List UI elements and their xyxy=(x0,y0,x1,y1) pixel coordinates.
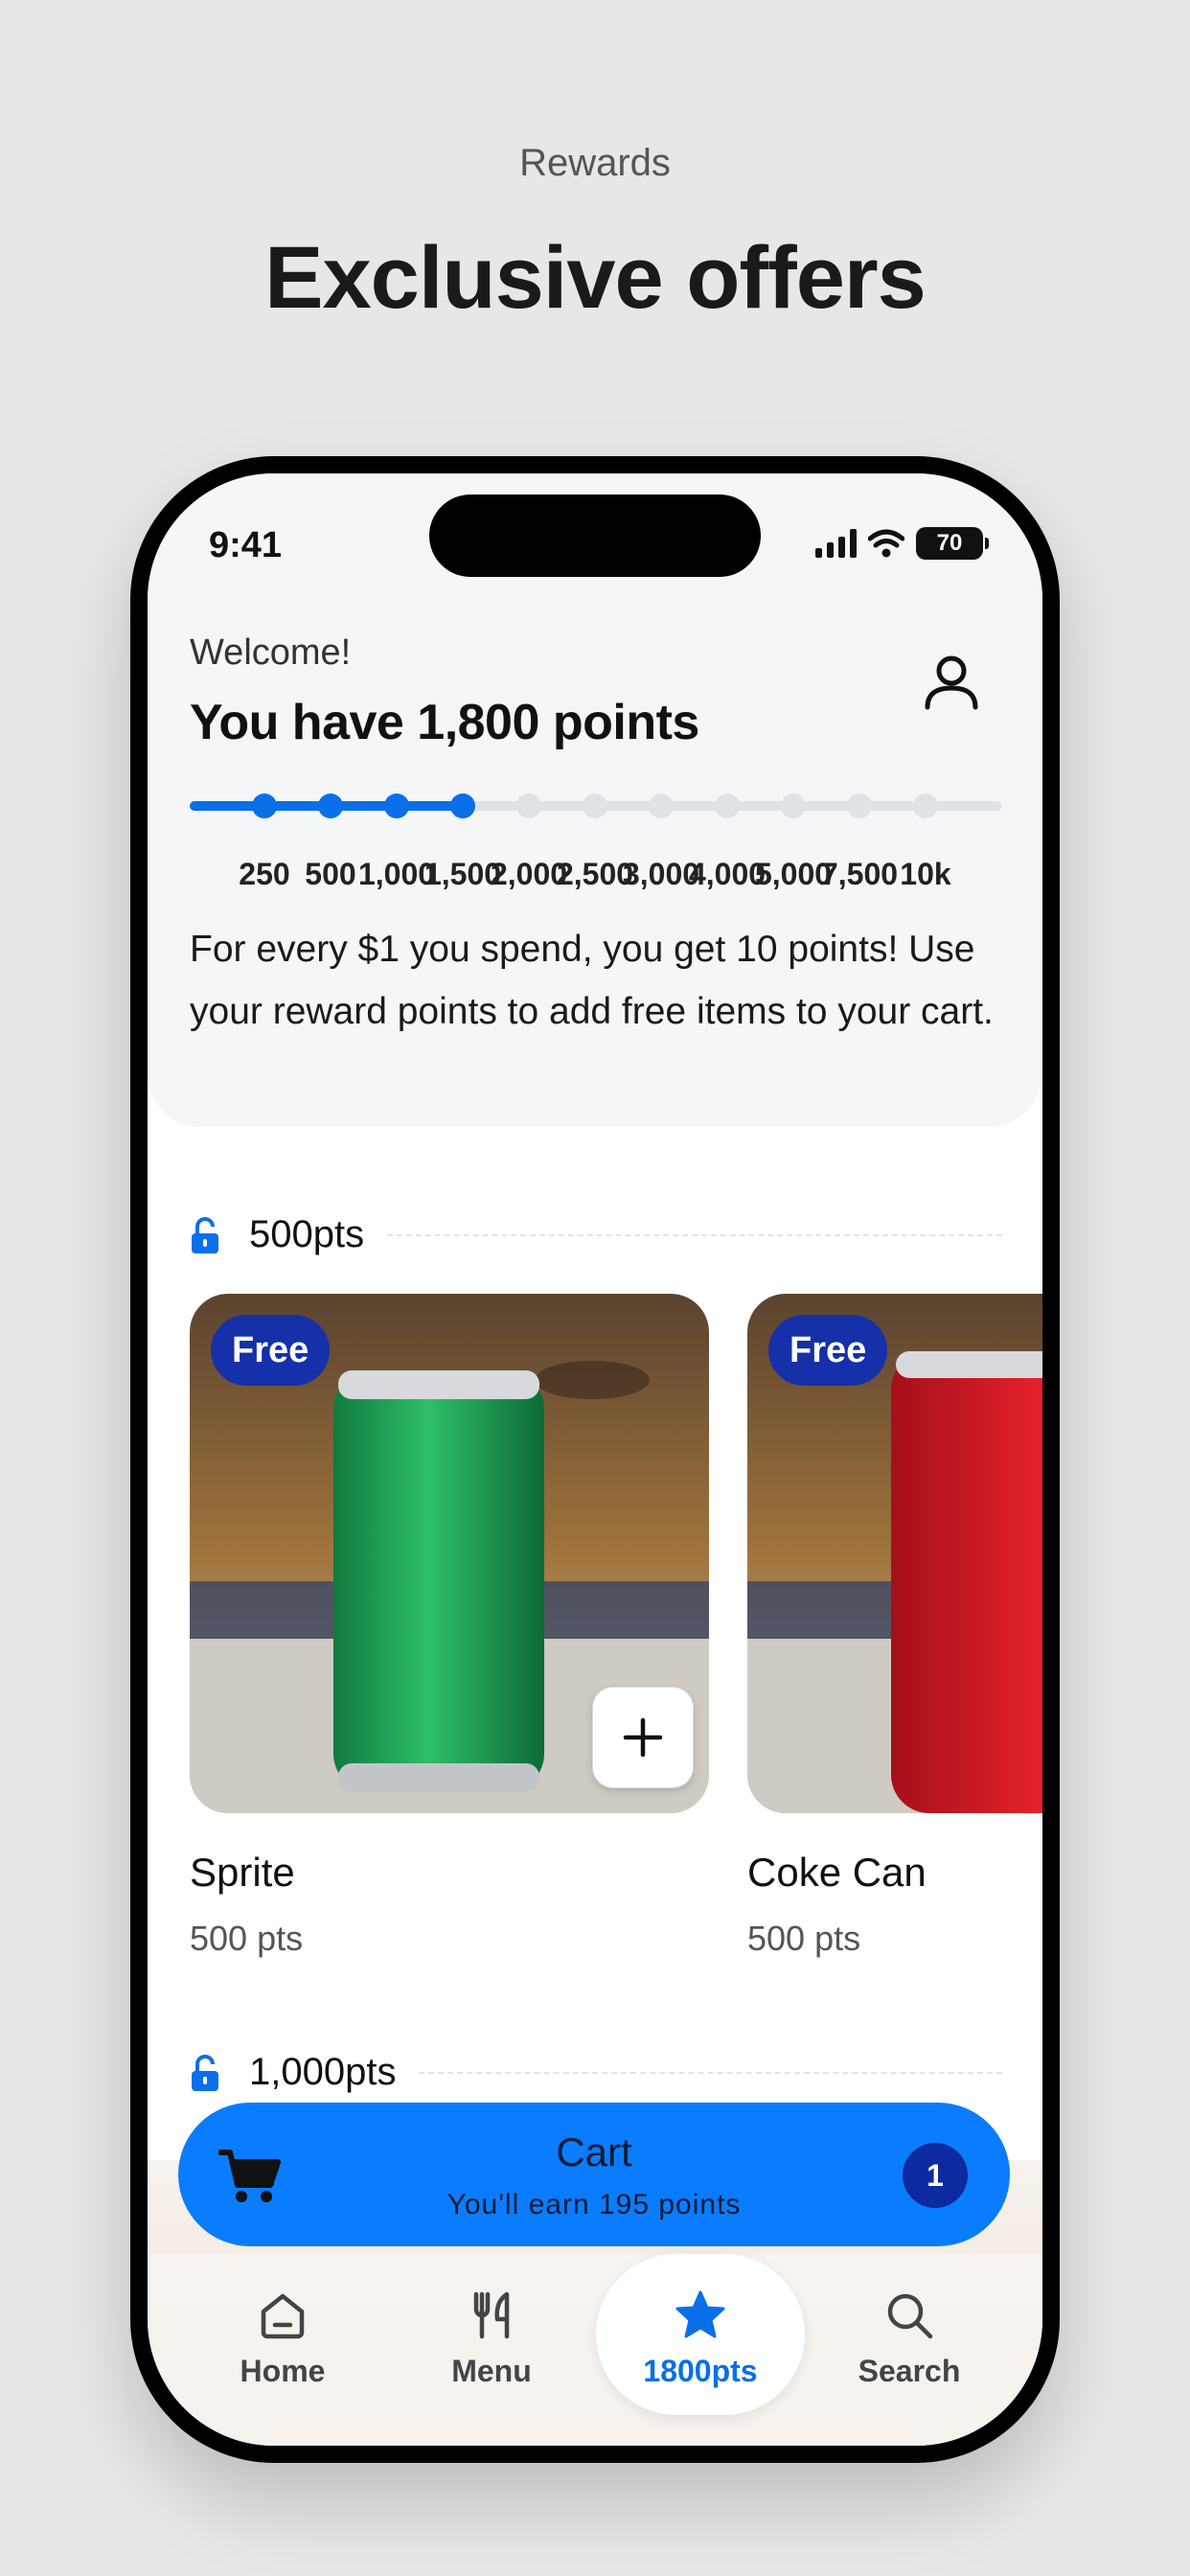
free-badge: Free xyxy=(768,1315,888,1386)
search-icon xyxy=(887,2293,933,2339)
plus-icon xyxy=(623,1717,663,1758)
marketing-subtitle: Rewards xyxy=(519,142,671,184)
milestone-dot xyxy=(847,794,872,818)
milestone-dot xyxy=(583,794,607,818)
milestone-label: 500 xyxy=(305,857,356,891)
section-label: 500pts xyxy=(249,1213,365,1255)
points-title: You have 1,800 points xyxy=(190,695,699,750)
cart-title: Cart xyxy=(556,2129,632,2174)
coke-image[interactable]: Free xyxy=(747,1294,1042,1813)
home-icon xyxy=(261,2293,305,2339)
battery-icon: 70 xyxy=(916,527,989,560)
unlock-icon xyxy=(192,2054,218,2091)
section-divider xyxy=(419,2071,1002,2074)
reward-card-coke[interactable]: Free Coke Can 500 pts xyxy=(747,1294,1042,1958)
wifi-icon xyxy=(868,529,904,558)
free-badge: Free xyxy=(211,1315,331,1386)
section-label: 1,000pts xyxy=(249,2051,397,2093)
points-info: For every $1 you spend, you get 10 point… xyxy=(190,929,994,1032)
milestone-dot xyxy=(715,794,740,818)
milestone-dot xyxy=(516,794,541,818)
status-time: 9:41 xyxy=(209,525,283,565)
milestone-dot xyxy=(649,794,674,818)
milestone-dot xyxy=(318,794,343,818)
cart-count-badge: 1 xyxy=(903,2143,968,2208)
add-to-cart-button[interactable] xyxy=(592,1687,694,1788)
nav-search[interactable]: Search xyxy=(805,2254,1014,2415)
milestone-dot xyxy=(781,794,806,818)
item-name: Sprite xyxy=(190,1850,295,1895)
nav-home[interactable]: Home xyxy=(178,2254,387,2415)
milestone-dot xyxy=(913,794,938,818)
bottom-nav: Home Menu 1800pts Search xyxy=(148,2254,1042,2446)
dynamic-island xyxy=(429,494,761,577)
status-icons: 70 xyxy=(815,527,989,560)
cellular-signal-icon xyxy=(815,529,857,558)
milestone-dot xyxy=(252,794,277,818)
section-header-1000pts: 1,000pts xyxy=(190,2051,1002,2094)
nav-label: Menu xyxy=(451,2354,532,2388)
milestone-label: 250 xyxy=(239,857,290,891)
milestone-label: 10k xyxy=(900,857,951,891)
nav-rewards[interactable]: 1800pts xyxy=(596,2254,805,2415)
unlock-icon xyxy=(192,1216,218,1254)
welcome-text: Welcome! xyxy=(190,632,352,673)
sprite-image[interactable]: Free xyxy=(190,1294,709,1813)
milestone-dot xyxy=(384,794,409,818)
app-screen: 9:41 70 Welcome! You have 1,800 points 2… xyxy=(148,473,1042,2446)
item-points: 500 pts xyxy=(190,1919,304,1958)
item-name: Coke Can xyxy=(747,1850,927,1895)
section-divider xyxy=(387,1233,1002,1236)
nav-label: 1800pts xyxy=(643,2354,758,2388)
fork-knife-icon xyxy=(473,2291,510,2339)
cart-bar[interactable]: Cart You'll earn 195 points 1 xyxy=(178,2103,1010,2246)
marketing-title: Exclusive offers xyxy=(264,229,927,327)
reward-card-sprite[interactable]: Free Sprite 500 pts xyxy=(190,1294,709,1958)
nav-label: Home xyxy=(240,2354,326,2388)
item-points: 500 pts xyxy=(747,1919,861,1958)
section-header-500pts: 500pts xyxy=(190,1213,1002,1256)
star-icon xyxy=(675,2290,725,2338)
cart-earn-text: You'll earn 195 points xyxy=(446,2189,742,2220)
nav-label: Search xyxy=(858,2354,961,2388)
nav-menu[interactable]: Menu xyxy=(387,2254,596,2415)
profile-icon[interactable] xyxy=(922,652,981,711)
milestone-dot xyxy=(450,794,475,818)
milestone-label: 7,500 xyxy=(820,857,899,891)
phone-frame: 9:41 70 Welcome! You have 1,800 points 2… xyxy=(130,456,1060,2463)
